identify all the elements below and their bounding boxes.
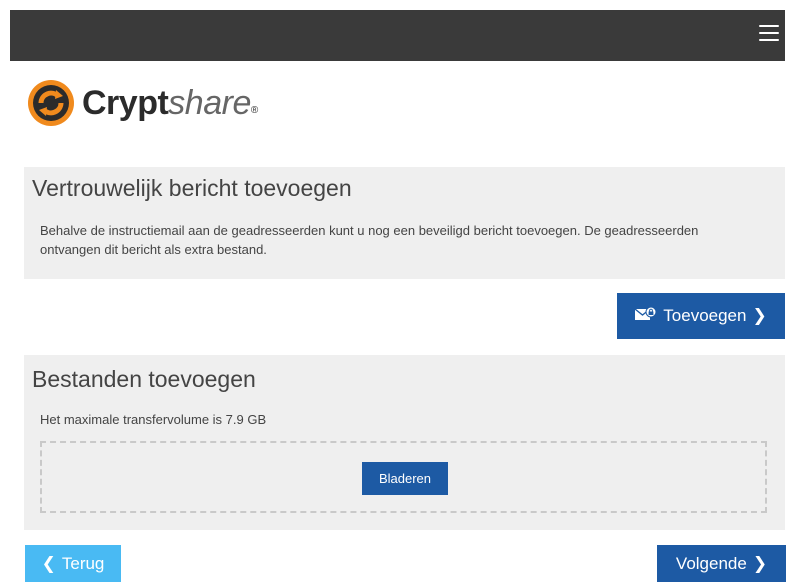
confidential-message-panel: Vertrouwelijk bericht toevoegen Behalve … bbox=[24, 167, 785, 279]
browse-button[interactable]: Bladeren bbox=[362, 462, 448, 495]
back-button[interactable]: ❮ Terug bbox=[25, 545, 121, 582]
chevron-right-icon: ❯ bbox=[752, 553, 768, 573]
message-section-description: Behalve de instructiemail aan de geadres… bbox=[40, 223, 699, 257]
add-files-panel: Bestanden toevoegen Het maximale transfe… bbox=[24, 355, 785, 530]
logo-brand-italic: share bbox=[168, 84, 251, 122]
back-button-label: Terug bbox=[61, 553, 105, 573]
top-navbar bbox=[10, 10, 785, 61]
message-section-title: Vertrouwelijk bericht toevoegen bbox=[32, 175, 352, 201]
hamburger-menu-icon[interactable] bbox=[759, 25, 779, 42]
transfer-limit-text: Het maximale transfervolume is 7.9 GB bbox=[40, 412, 267, 427]
add-message-label: Toevoegen bbox=[663, 306, 747, 325]
chevron-left-icon: ❮ bbox=[41, 553, 56, 573]
cryptshare-logo: Cryptshare® bbox=[26, 78, 258, 128]
cryptshare-logo-icon bbox=[28, 80, 74, 126]
next-button-label: Volgende bbox=[675, 553, 747, 573]
add-message-button[interactable]: Toevoegen ❯ bbox=[617, 293, 785, 339]
logo-wordmark: Cryptshare® bbox=[82, 78, 258, 128]
files-section-title: Bestanden toevoegen bbox=[32, 366, 256, 392]
envelope-lock-icon bbox=[634, 306, 657, 326]
registered-mark: ® bbox=[250, 105, 258, 116]
chevron-right-icon: ❯ bbox=[752, 306, 767, 325]
logo-brand-bold: Crypt bbox=[82, 84, 169, 122]
next-button[interactable]: Volgende ❯ bbox=[657, 545, 786, 582]
